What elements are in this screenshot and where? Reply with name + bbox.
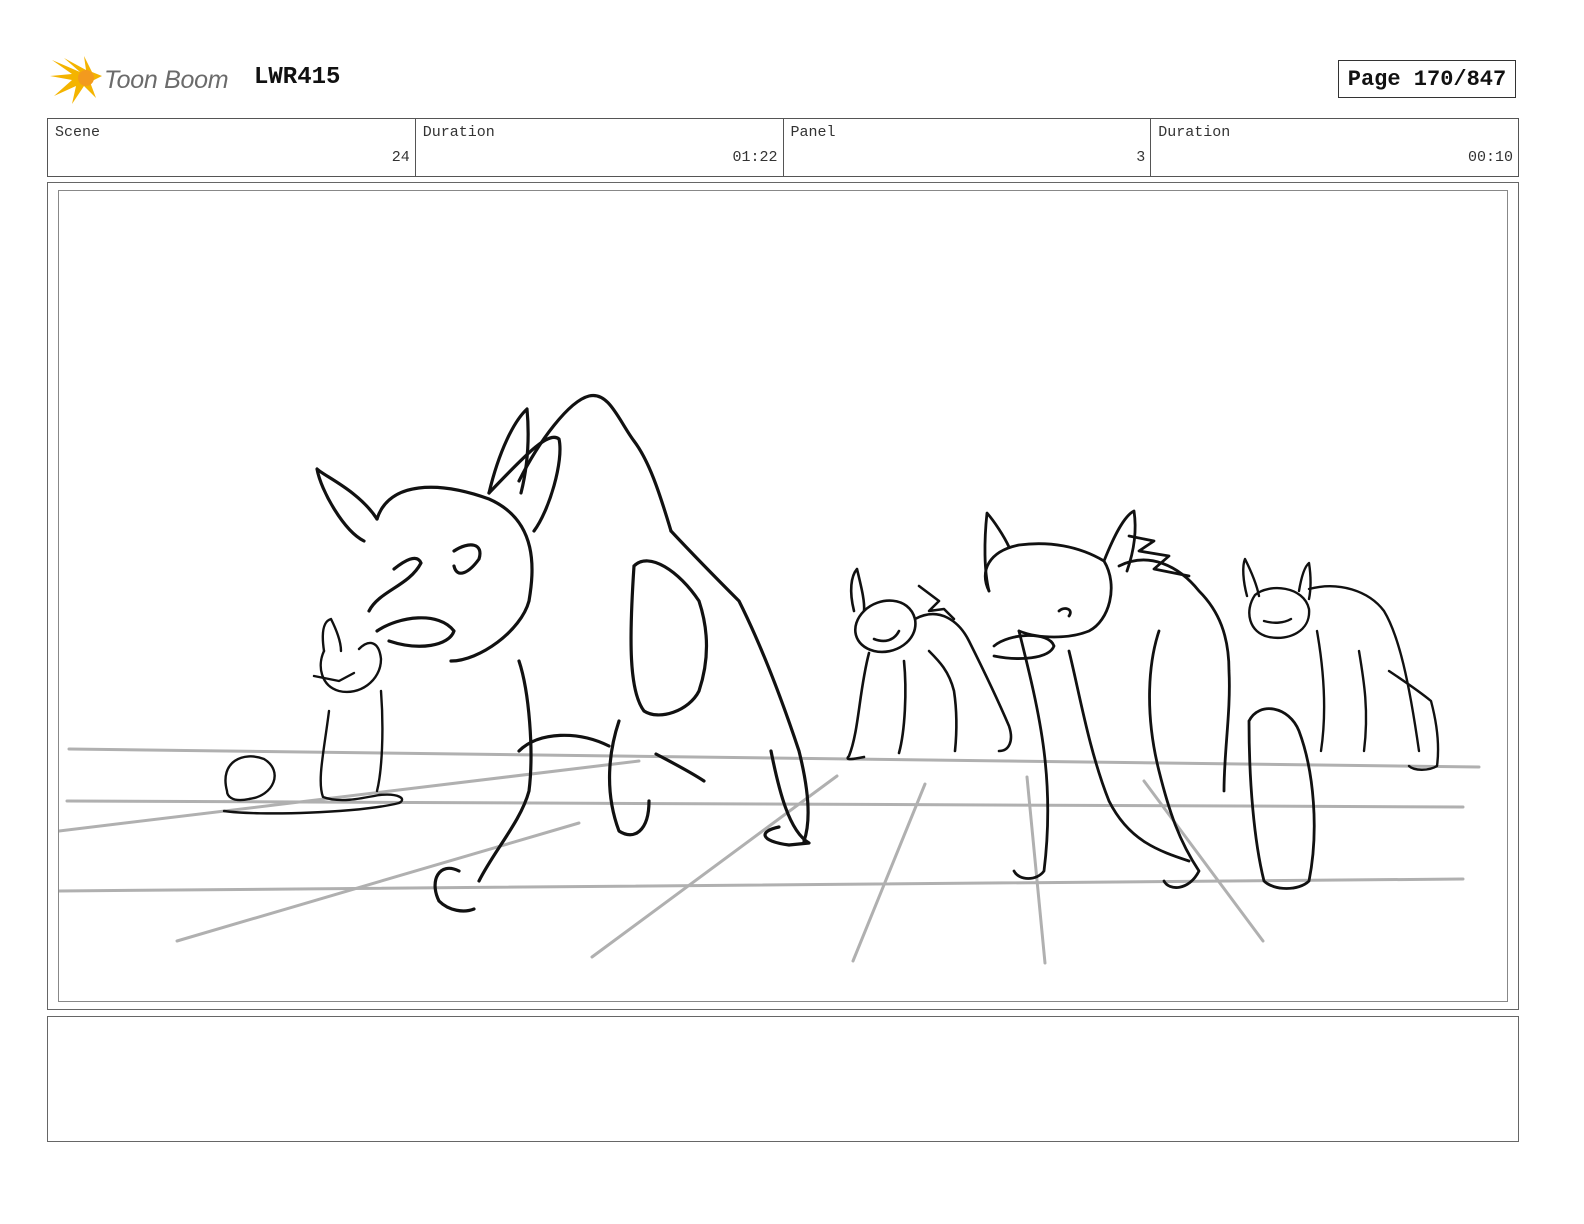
storyboard-panel [58, 190, 1508, 1002]
project-id: LWR415 [254, 64, 341, 91]
panel-duration-value: 00:10 [1467, 149, 1513, 166]
toon-boom-logo-icon [50, 56, 102, 104]
scene-cell: Scene 24 [48, 119, 416, 176]
panel-cell: Panel 3 [784, 119, 1152, 176]
scene-duration-cell: Duration 01:22 [416, 119, 784, 176]
page-indicator: Page 170/847 [1338, 60, 1516, 98]
metadata-table: Scene 24 Duration 01:22 Panel 3 Duration… [47, 118, 1519, 177]
scene-duration-label: Duration [422, 124, 495, 141]
panel-duration-label: Duration [1158, 124, 1231, 141]
brand-logo: Toon Boom [50, 54, 250, 106]
storyboard-sketch-icon [59, 393, 1481, 965]
scene-label: Scene [55, 124, 101, 141]
panel-duration-cell: Duration 00:10 [1151, 119, 1518, 176]
brand-name: Toon Boom [104, 66, 229, 94]
panel-value: 3 [1136, 149, 1146, 166]
panel-label: Panel [790, 124, 836, 141]
scene-value: 24 [391, 149, 410, 166]
notes-box [47, 1016, 1519, 1142]
scene-duration-value: 01:22 [732, 149, 778, 166]
